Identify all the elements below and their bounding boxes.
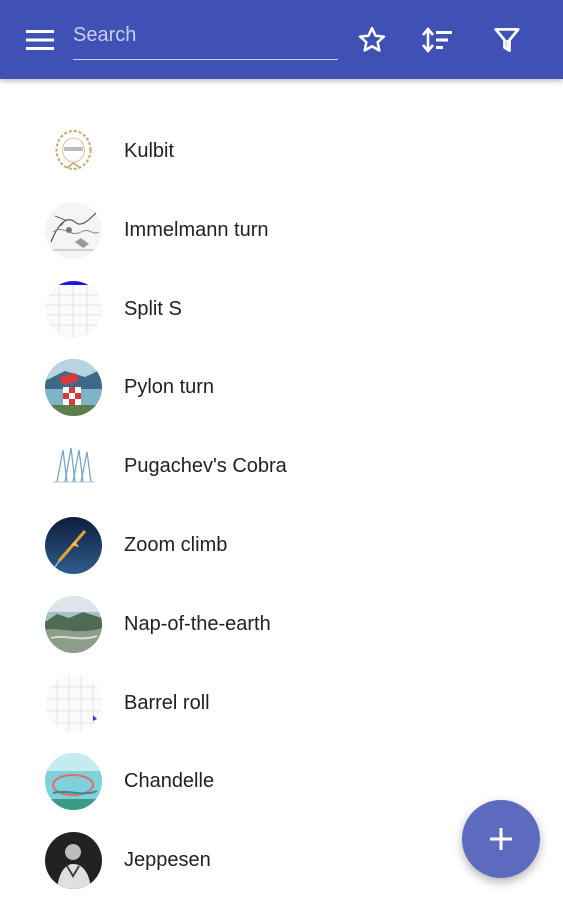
list-item-label: Zoom climb: [124, 533, 228, 556]
add-button[interactable]: [462, 800, 540, 878]
avatar: [45, 438, 102, 496]
app-bar: [0, 0, 563, 79]
menu-button[interactable]: [18, 22, 62, 58]
favorites-button[interactable]: [352, 20, 392, 60]
avatar: [45, 674, 102, 732]
search-field: [73, 14, 338, 60]
list-item[interactable]: Pugachev's Cobra: [0, 427, 563, 506]
list-item[interactable]: Barrel roll: [0, 664, 563, 743]
list-item-label: Barrel roll: [124, 691, 210, 714]
sort-icon: [422, 26, 452, 54]
list-item[interactable]: Kulbit: [0, 112, 563, 191]
avatar: [45, 359, 102, 417]
list-item-label: Split S: [124, 297, 182, 320]
list-item-label: Immelmann turn: [124, 218, 269, 241]
list-item[interactable]: Pylon turn: [0, 348, 563, 427]
avatar: [45, 201, 102, 259]
avatar: [45, 595, 102, 653]
list-item-label: Pugachev's Cobra: [124, 455, 287, 478]
sort-button[interactable]: [418, 20, 458, 60]
star-icon: [358, 26, 386, 52]
avatar: [45, 516, 102, 574]
list-item-label: Kulbit: [124, 140, 175, 162]
list-item[interactable]: Nap-of-the-earth: [0, 585, 563, 664]
avatar: [45, 753, 102, 811]
search-input[interactable]: [73, 20, 333, 50]
list-item[interactable]: Zoom climb: [0, 506, 563, 585]
list-item-label: Nap-of-the-earth: [124, 612, 271, 635]
plus-icon: [490, 828, 512, 850]
menu-icon: [26, 30, 54, 50]
maneuver-list: Kulbit Immelmann turn Split S Pylon turn…: [0, 112, 563, 900]
list-item-label: Chandelle: [124, 770, 215, 793]
filter-button[interactable]: [487, 20, 527, 60]
avatar: [45, 280, 102, 338]
list-item[interactable]: Immelmann turn: [0, 191, 563, 270]
avatar: [45, 123, 102, 180]
list-item-label: Jeppesen: [124, 849, 211, 872]
list-item-label: Pylon turn: [124, 376, 215, 399]
list-item[interactable]: Split S: [0, 270, 563, 349]
avatar: [45, 832, 102, 890]
filter-icon: [494, 28, 520, 52]
